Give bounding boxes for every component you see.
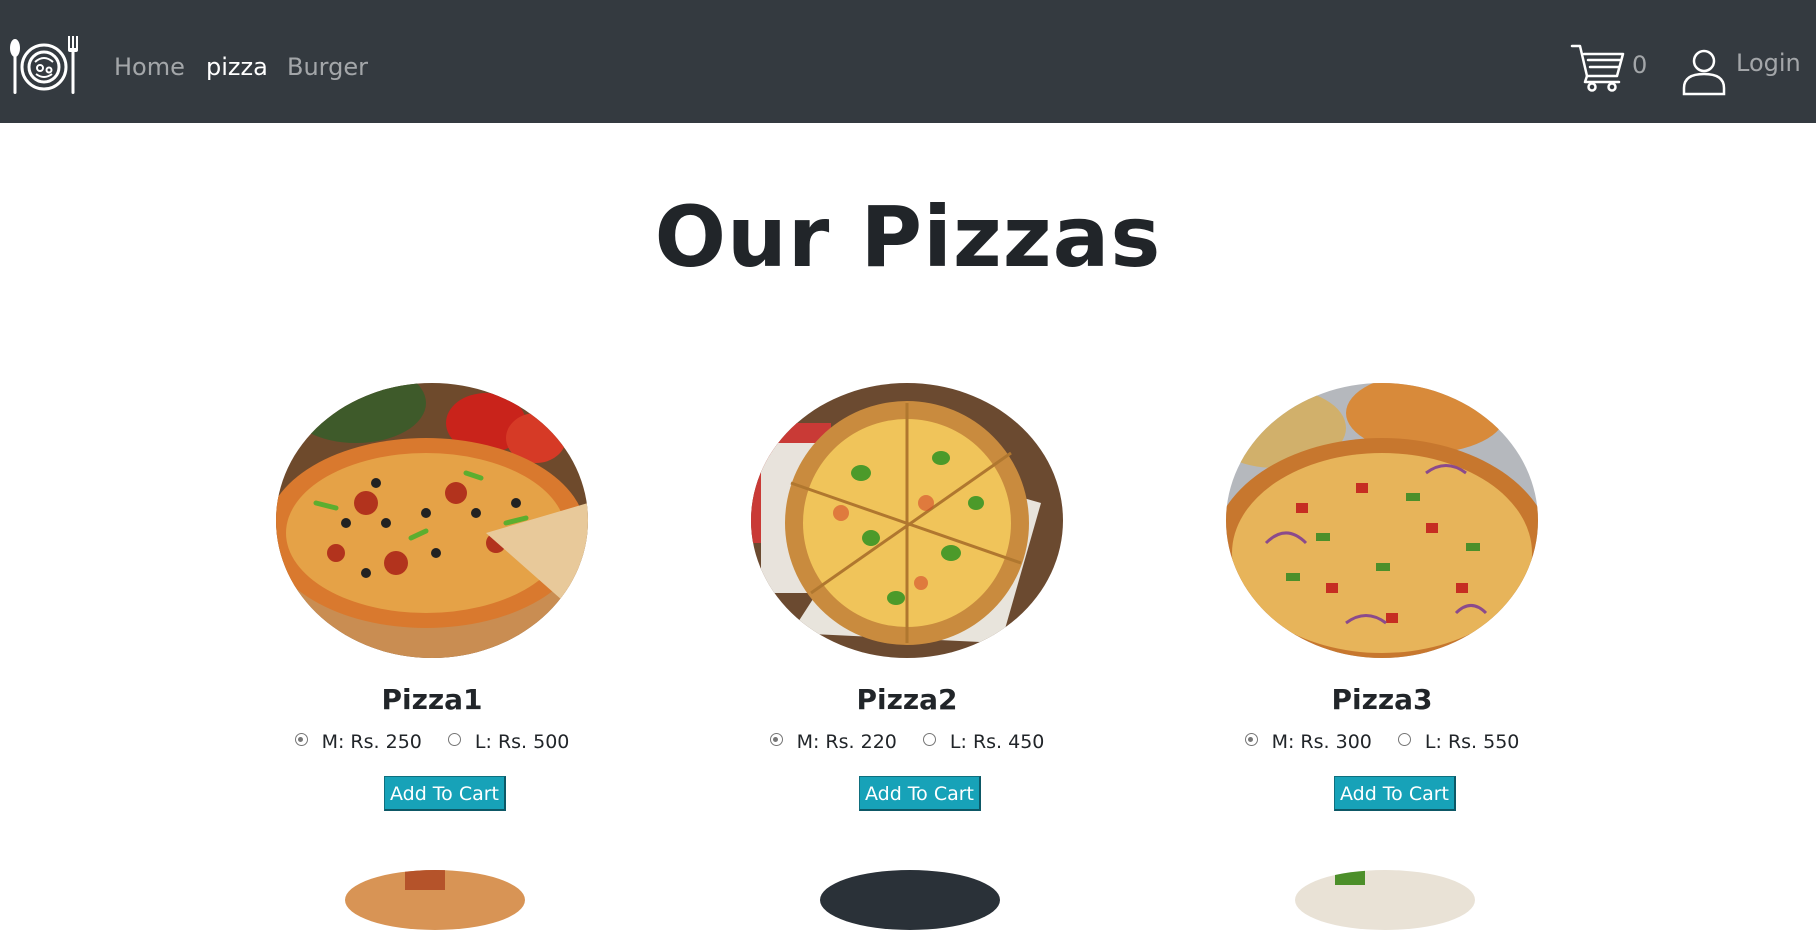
add-to-cart-button[interactable]: Add To Cart [1334,776,1456,811]
size-m-radio[interactable] [769,733,783,746]
product-name: Pizza2 [856,683,958,716]
size-l-radio[interactable] [447,733,461,746]
navbar: Home pizza Burger 0 Login [0,0,1816,123]
nav-link-home[interactable]: Home [114,50,185,84]
add-to-cart-button[interactable]: Add To Cart [384,776,506,811]
add-to-cart-button[interactable]: Add To Cart [859,776,981,811]
size-l-label: L: Rs. 450 [949,731,1045,753]
size-options: M: Rs. 220 L: Rs. 450 [751,728,1063,756]
product-name: Pizza3 [1331,683,1433,716]
cart-count[interactable]: 0 [1632,48,1647,82]
size-l-radio[interactable] [1397,733,1411,746]
size-options: M: Rs. 300 L: Rs. 550 [1226,728,1538,756]
nav-link-pizza[interactable]: pizza [206,50,268,84]
product-card: Pizza3 M: Rs. 300 L: Rs. 550 Add To Cart [1226,383,1546,823]
pizza-image [1226,383,1538,658]
page-title: Our Pizzas [654,188,1162,286]
size-m-label: M: Rs. 250 [321,731,422,753]
size-m-radio[interactable] [1244,733,1258,746]
nav-link-burger[interactable]: Burger [287,50,368,84]
size-m-radio[interactable] [294,733,308,746]
size-m-label: M: Rs. 220 [796,731,897,753]
size-l-label: L: Rs. 550 [1424,731,1520,753]
size-l-radio[interactable] [922,733,936,746]
size-m-label: M: Rs. 300 [1271,731,1372,753]
pizza-image [276,383,588,658]
size-l-label: L: Rs. 500 [474,731,570,753]
restaurant-plate-logo-icon[interactable] [8,32,78,98]
pizza-image-partial [345,870,525,930]
product-card: Pizza1 M: Rs. 250 L: Rs. 500 Add To Cart [276,383,596,823]
cart-icon[interactable] [1570,42,1626,92]
pizza-image [751,383,1063,658]
size-options: M: Rs. 250 L: Rs. 500 [276,728,588,756]
pizza-image-partial [1295,870,1475,930]
login-link[interactable]: Login [1736,46,1801,80]
user-icon[interactable] [1680,48,1728,96]
product-name: Pizza1 [381,683,483,716]
product-card: Pizza2 M: Rs. 220 L: Rs. 450 Add To Cart [751,383,1071,823]
pizza-image-partial [820,870,1000,930]
